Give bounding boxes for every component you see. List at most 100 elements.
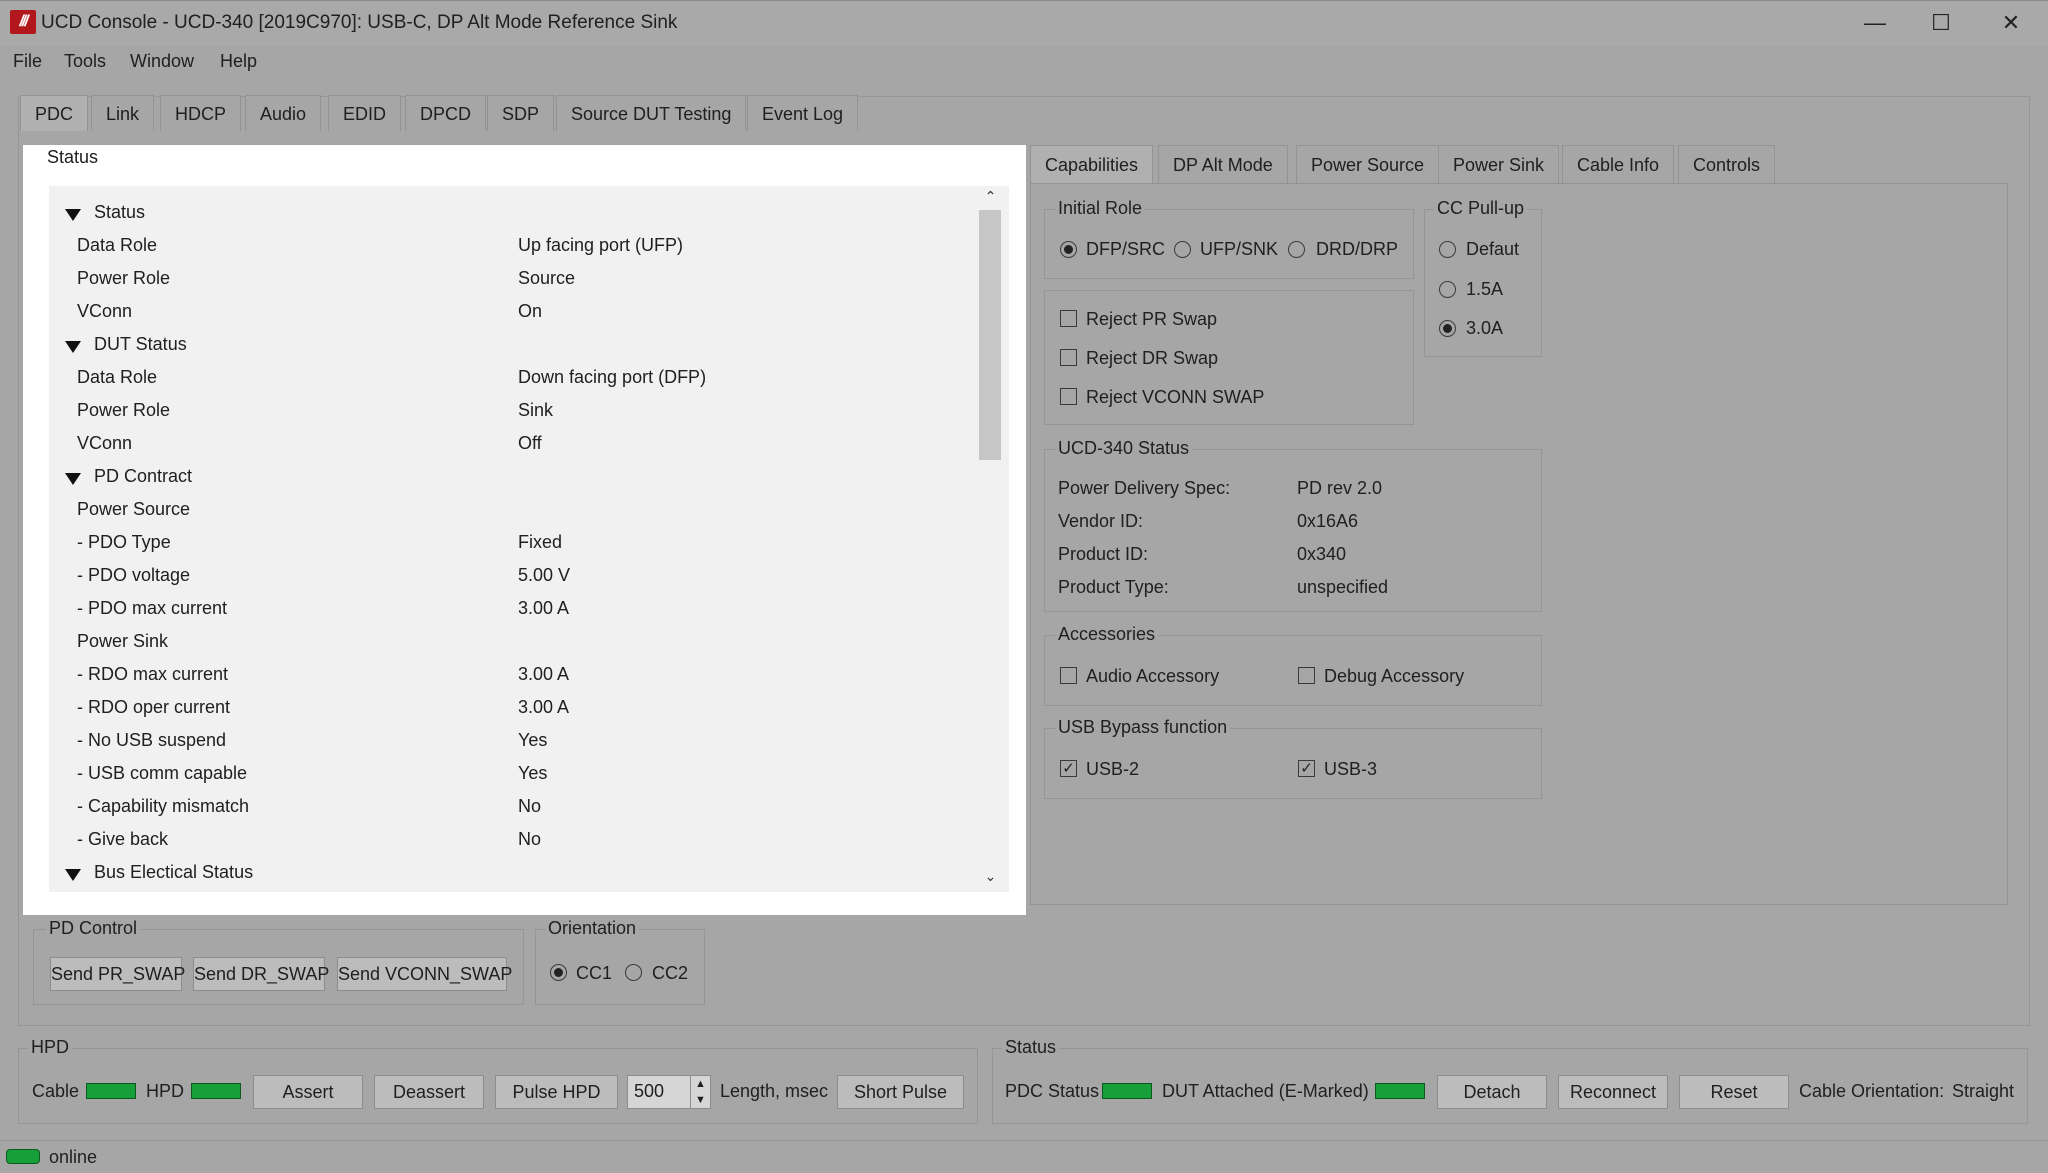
audio-accessory-label: Audio Accessory: [1086, 666, 1220, 686]
expand-arrow-icon[interactable]: [65, 473, 81, 485]
send-vconn-swap-button[interactable]: Send VCONN_SWAP: [337, 957, 512, 991]
checkbox-audio-accessory[interactable]: [1060, 667, 1077, 684]
maximize-button[interactable]: ☐: [1906, 0, 1976, 46]
tree-key: PD Contract: [94, 466, 193, 486]
radio-drd-drp[interactable]: [1288, 241, 1305, 258]
reconnect-button[interactable]: Reconnect: [1558, 1075, 1668, 1109]
spin-arrows-icon[interactable]: ▲ ▼: [690, 1076, 710, 1108]
radio-cc2-label: CC2: [652, 963, 689, 983]
checkbox-debug-accessory[interactable]: [1298, 667, 1315, 684]
menu-window[interactable]: Window: [130, 51, 194, 72]
tree-row: VConn On: [49, 295, 979, 328]
tree-value: 3.00 A: [518, 697, 570, 717]
tab-pdc[interactable]: PDC: [20, 95, 89, 131]
radio-cc-3-0a[interactable]: [1439, 320, 1456, 337]
ucd-status-label: UCD-340 Status: [1055, 438, 1193, 459]
tree-scroll-thumb[interactable]: [979, 210, 1001, 460]
tree-value: Source: [518, 268, 576, 288]
scroll-up-icon[interactable]: ⌃: [978, 188, 1003, 205]
tab-controls[interactable]: Controls: [1678, 145, 1776, 184]
bottom-status-label: Status: [1002, 1037, 1060, 1058]
menu-bar: [0, 46, 2048, 78]
radio-cc-default-label: Defaut: [1466, 239, 1520, 259]
checkbox-reject-pr-swap[interactable]: [1060, 310, 1077, 327]
radio-cc-1-5a-label: 1.5A: [1466, 279, 1504, 299]
checkbox-reject-dr-swap[interactable]: [1060, 349, 1077, 366]
usb-2-label: USB-2: [1086, 759, 1140, 779]
status-tree[interactable]: Status Data Role Up facing port (UFP) Power…: [49, 186, 1009, 892]
tab-audio[interactable]: Audio: [245, 95, 322, 131]
pulse-length-value: 500: [634, 1081, 665, 1101]
radio-ufp-snk[interactable]: [1174, 241, 1191, 258]
tab-dp-alt-mode[interactable]: DP Alt Mode: [1158, 145, 1288, 184]
checkbox-reject-vconn-swap[interactable]: [1060, 388, 1077, 405]
tree-row: - PDO voltage 5.00 V: [49, 559, 979, 592]
tab-link[interactable]: Link: [91, 95, 155, 131]
radio-cc-default[interactable]: [1439, 241, 1456, 258]
close-button[interactable]: ✕: [1976, 0, 2046, 46]
send-dr-swap-button[interactable]: Send DR_SWAP: [193, 957, 329, 991]
tab-cable-info[interactable]: Cable Info: [1562, 145, 1675, 184]
usb-3-label: USB-3: [1324, 759, 1378, 779]
tree-key: - PDO max current: [77, 598, 228, 618]
radio-dfp-src[interactable]: [1060, 241, 1077, 258]
tree-group-row[interactable]: Status: [49, 196, 979, 229]
radio-cc2[interactable]: [625, 964, 642, 981]
pdc-status-label: PDC Status: [1005, 1081, 1100, 1101]
tree-group-row[interactable]: DUT Status: [49, 328, 979, 361]
tree-group-row[interactable]: Bus Electical Status: [49, 856, 979, 889]
tree-value: 3.00 A: [518, 598, 570, 618]
tree-key: VConn: [77, 301, 133, 321]
deassert-button[interactable]: Deassert: [374, 1075, 484, 1109]
short-pulse-button[interactable]: Short Pulse: [837, 1075, 964, 1109]
menu-help[interactable]: Help: [220, 51, 257, 72]
checkbox-usb-3[interactable]: ✓: [1298, 760, 1315, 777]
tab-power-source[interactable]: Power Source: [1296, 145, 1440, 184]
menu-file[interactable]: File: [13, 51, 42, 72]
product-type-value: unspecified: [1297, 577, 1389, 597]
tab-edid[interactable]: EDID: [328, 95, 402, 131]
product-id-value: 0x340: [1297, 544, 1347, 564]
expand-arrow-icon[interactable]: [65, 209, 81, 221]
send-pr-swap-button[interactable]: Send PR_SWAP: [50, 957, 185, 991]
menu-tools[interactable]: Tools: [64, 51, 106, 72]
assert-button[interactable]: Assert: [253, 1075, 363, 1109]
tree-key: Data Role: [77, 367, 158, 387]
tree-key: Power Role: [77, 400, 171, 420]
scroll-down-icon[interactable]: ⌄: [978, 868, 1003, 885]
tree-value: Sink: [518, 400, 554, 420]
orientation-label: Orientation: [545, 918, 640, 939]
pulse-hpd-button[interactable]: Pulse HPD: [495, 1075, 618, 1109]
tab-source-dut-testing[interactable]: Source DUT Testing: [556, 95, 747, 131]
tree-group-row[interactable]: PD Contract: [49, 460, 979, 493]
radio-cc1[interactable]: [550, 964, 567, 981]
tree-row: - Give back No: [49, 823, 979, 856]
tree-row: - Capability mismatch No: [49, 790, 979, 823]
tree-key: - RDO max current: [77, 664, 229, 684]
radio-ufp-snk-label: UFP/SNK: [1200, 239, 1279, 259]
tab-sdp[interactable]: SDP: [487, 95, 555, 131]
window-title: UCD Console - UCD-340 [2019C970]: USB-C,…: [41, 12, 678, 33]
tab-power-sink[interactable]: Power Sink: [1438, 145, 1560, 184]
tree-key: Power Sink: [77, 631, 169, 651]
hpd-label: HPD: [28, 1037, 73, 1058]
tab-dpcd[interactable]: DPCD: [405, 95, 487, 131]
tab-hdcp[interactable]: HDCP: [160, 95, 242, 131]
power-delivery-spec-key: Power Delivery Spec:: [1058, 478, 1231, 498]
hpd-led-indicator: [191, 1083, 241, 1099]
radio-dfp-src-label: DFP/SRC: [1086, 239, 1166, 259]
tree-row: - PDO max current 3.00 A: [49, 592, 979, 625]
expand-arrow-icon[interactable]: [65, 869, 81, 881]
radio-cc-1-5a[interactable]: [1439, 281, 1456, 298]
detach-button[interactable]: Detach: [1437, 1075, 1547, 1109]
tab-event-log[interactable]: Event Log: [747, 95, 859, 131]
tree-value: Fixed: [518, 532, 563, 552]
tree-key: DUT Status: [94, 334, 187, 354]
expand-arrow-icon[interactable]: [65, 341, 81, 353]
checkbox-usb-2[interactable]: ✓: [1060, 760, 1077, 777]
tree-value: 3.00 A: [518, 664, 570, 684]
vendor-id-key: Vendor ID:: [1058, 511, 1144, 531]
tab-capabilities[interactable]: Capabilities: [1030, 145, 1154, 184]
minimize-button[interactable]: —: [1840, 0, 1910, 46]
reset-button[interactable]: Reset: [1679, 1075, 1789, 1109]
